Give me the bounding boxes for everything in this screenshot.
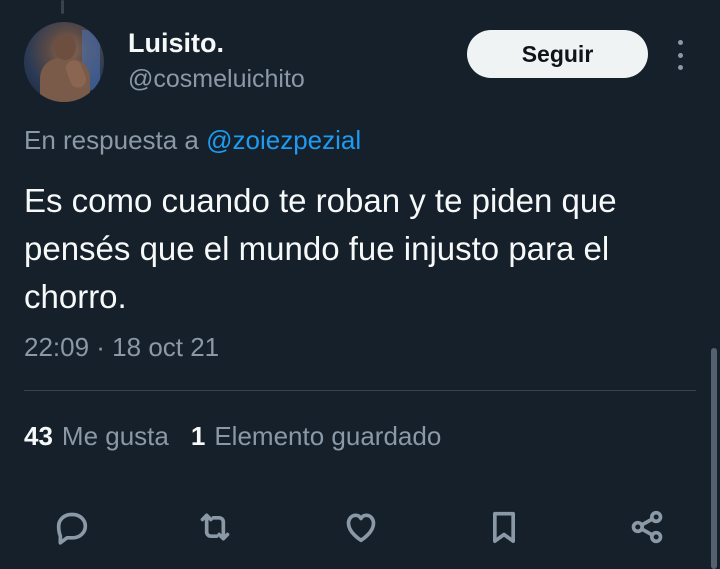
tweet-header: Luisito. @cosmeluichito Seguir [24,22,704,104]
bookmarks-count: 1 [190,421,206,451]
reply-context: En respuesta a @zoiezpezial [24,125,361,156]
more-options-icon[interactable] [672,40,688,70]
reply-icon[interactable] [50,505,94,549]
bookmarks-label: Elemento guardado [214,421,442,451]
retweet-icon[interactable] [193,505,237,549]
likes-count: 43 [24,421,53,451]
tweet-text: Es como cuando te roban y te piden que p… [24,182,617,315]
divider [24,390,696,391]
avatar[interactable] [24,22,104,102]
tweet-stats: 43 Me gusta 1 Elemento guardado [24,421,441,452]
likes-label: Me gusta [61,421,169,451]
reply-prefix: En respuesta a [24,125,199,155]
bookmark-icon[interactable] [482,505,526,549]
share-icon[interactable] [625,505,669,549]
reply-to-handle-link[interactable]: @zoiezpezial [206,125,361,155]
action-bar [0,505,720,549]
author-name[interactable]: Luisito. [128,28,224,59]
likes-stat[interactable]: 43 Me gusta [24,421,169,452]
tweet-timestamp[interactable]: 22:09 · 18 oct 21 [24,332,219,363]
follow-button[interactable]: Seguir [467,30,648,78]
author-handle[interactable]: @cosmeluichito [128,65,305,94]
tweet-detail-view: Luisito. @cosmeluichito Seguir En respue… [0,0,720,569]
like-icon[interactable] [339,505,383,549]
scrollbar[interactable] [711,348,717,569]
bookmarks-stat[interactable]: 1 Elemento guardado [191,421,441,452]
thread-connector-line [61,0,64,14]
